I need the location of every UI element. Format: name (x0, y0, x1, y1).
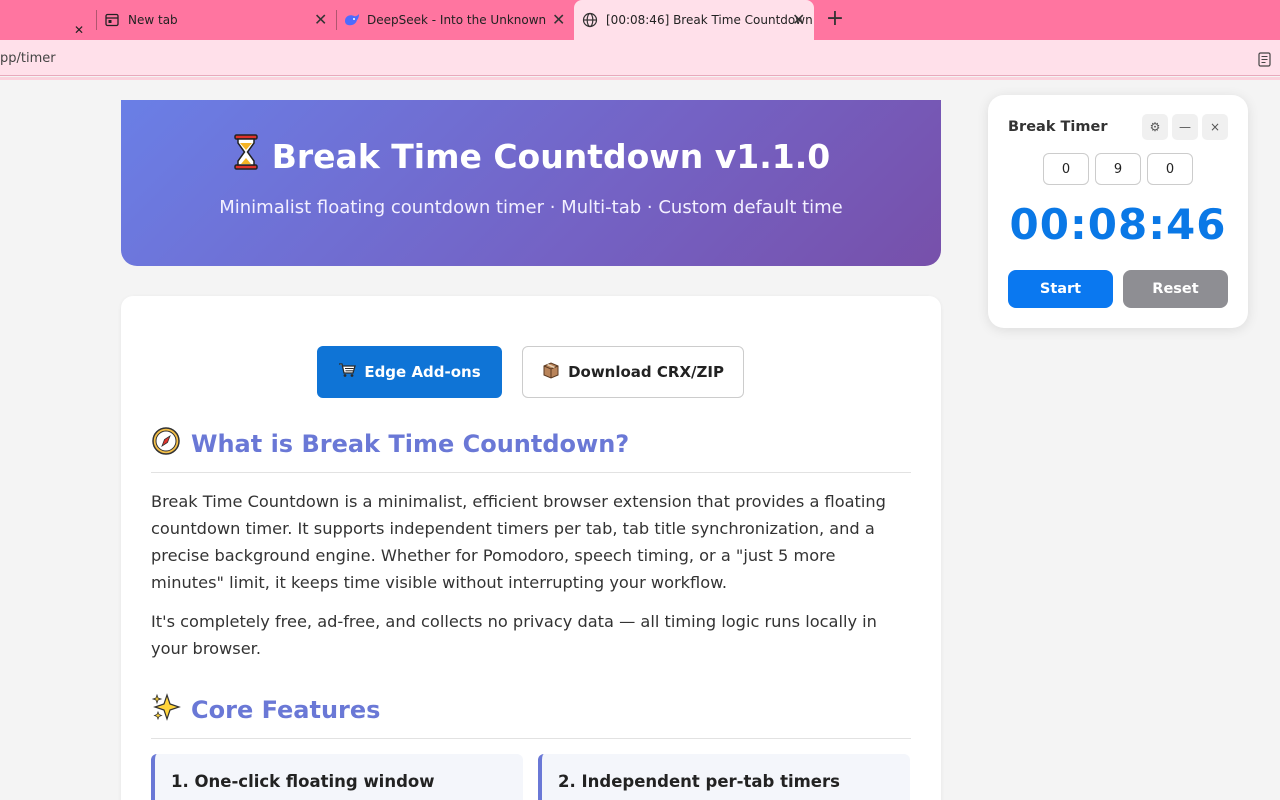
tab-separator (96, 10, 97, 30)
tab-label: DeepSeek - Into the Unknown (367, 13, 547, 27)
tab-label: New tab (128, 13, 178, 27)
chrome-divider (0, 77, 1280, 80)
page-subtitle: Minimalist floating countdown timer · Mu… (219, 197, 843, 218)
reader-mode-icon[interactable] (1258, 52, 1271, 71)
about-paragraph-1: Break Time Countdown is a minimalist, ef… (151, 492, 886, 592)
hours-input[interactable]: 0 (1043, 153, 1089, 185)
new-tab-icon (104, 12, 120, 28)
hero-title-row: Break Time Countdown v1.1.0 (121, 134, 941, 178)
sparkles-icon (151, 692, 181, 728)
timer-minimize-button[interactable]: — (1172, 114, 1198, 140)
about-heading: What is Break Time Countdown? (191, 430, 630, 458)
section-divider (151, 738, 911, 739)
timer-title: Break Timer (1008, 119, 1108, 135)
download-crx-zip-button[interactable]: Download CRX/ZIP (522, 346, 744, 398)
reset-button[interactable]: Reset (1123, 270, 1228, 308)
compass-icon (151, 426, 181, 462)
new-tab-button[interactable]: + (824, 8, 846, 30)
timer-close-button[interactable]: × (1202, 114, 1228, 140)
section-heading-about: What is Break Time Countdown? (151, 426, 629, 462)
start-button[interactable]: Start (1008, 270, 1113, 308)
address-bar[interactable]: pp/timer (0, 40, 1280, 76)
url-text[interactable]: pp/timer (0, 51, 56, 66)
tab-deepseek[interactable]: DeepSeek - Into the Unknown ✕ (338, 0, 572, 40)
edge-addons-button[interactable]: Edge Add-ons (317, 346, 502, 398)
close-icon: × (1209, 120, 1221, 134)
tab-close-button[interactable]: ✕ (314, 10, 327, 30)
seconds-input[interactable]: 0 (1147, 153, 1193, 185)
floating-timer-panel[interactable]: Break Timer ⚙ — × 0 9 0 00:08:46 Start R… (988, 95, 1248, 328)
feature-title: 1. One-click floating window (171, 772, 435, 791)
package-icon (542, 361, 560, 383)
timer-settings-button[interactable]: ⚙ (1142, 114, 1168, 140)
feature-card: 1. One-click floating window (151, 754, 523, 800)
tab-close-button[interactable]: ✕ (792, 10, 805, 30)
tab-close-button[interactable]: ✕ (552, 10, 565, 30)
gear-icon: ⚙ (1149, 120, 1161, 134)
globe-icon (582, 12, 598, 28)
hourglass-icon (232, 134, 260, 178)
features-heading: Core Features (191, 696, 381, 724)
page-title: Break Time Countdown v1.1.0 (271, 136, 831, 176)
minimize-icon: — (1179, 120, 1191, 134)
feature-title: 2. Independent per-tab timers (558, 772, 840, 791)
tab-label: [00:08:46] Break Time Countdown (606, 13, 813, 27)
tab-bar: ✕ New tab ✕ DeepSeek - Into the Unknown … (0, 0, 1280, 40)
countdown-display: 00:08:46 (1009, 200, 1227, 249)
tab-new-tab[interactable]: New tab ✕ (98, 0, 336, 40)
deepseek-icon (343, 12, 361, 28)
hero-banner: Break Time Countdown v1.1.0 Minimalist f… (121, 100, 941, 266)
minutes-input[interactable]: 9 (1095, 153, 1141, 185)
about-paragraph-2: It's completely free, ad-free, and colle… (151, 612, 877, 658)
section-divider (151, 472, 911, 473)
cart-icon (338, 362, 357, 382)
section-heading-features: Core Features (151, 692, 380, 728)
tab-break-time-countdown[interactable]: [00:08:46] Break Time Countdown ✕ (574, 0, 814, 40)
download-label: Download CRX/ZIP (568, 363, 724, 381)
tab-separator (336, 10, 337, 30)
content-card: Edge Add-ons Download CRX/ZIP What is Br… (121, 296, 941, 800)
feature-card: 2. Independent per-tab timers (538, 754, 910, 800)
edge-addons-label: Edge Add-ons (364, 363, 481, 381)
